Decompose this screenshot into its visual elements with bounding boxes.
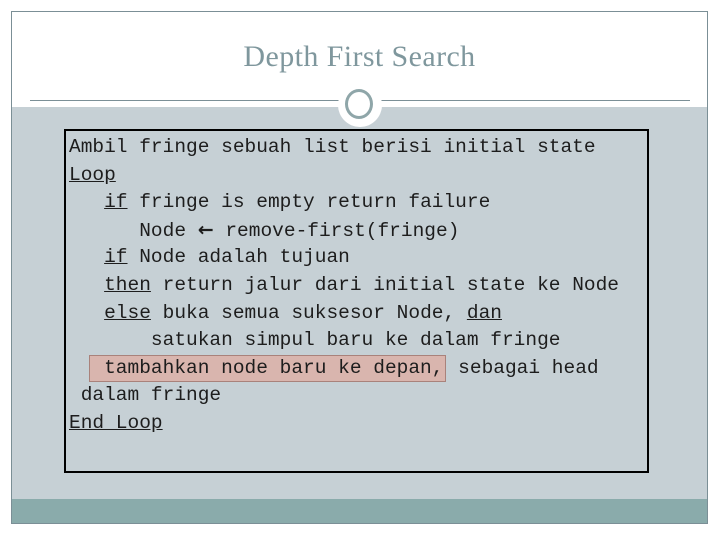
code-line: Ambil fringe sebuah list berisi initial …: [69, 134, 647, 162]
code-line: then return jalur dari initial state ke …: [69, 272, 647, 300]
code-line: tambahkan node baru ke depan, sebagai he…: [69, 354, 647, 383]
code-text: Node: [69, 219, 198, 242]
code-line: dalam fringe: [69, 382, 647, 410]
code-text: return jalur dari initial state ke Node: [150, 273, 619, 296]
circle-ornament-icon: [338, 83, 382, 127]
code-line: else buka semua suksesor Node, dan: [69, 300, 647, 328]
highlighted-code-phrase: tambahkan node baru ke depan,: [89, 354, 447, 382]
pseudocode-block: Ambil fringe sebuah list berisi initial …: [64, 129, 649, 473]
code-line: Loop: [69, 162, 647, 190]
code-text: remove-first(fringe): [213, 219, 460, 242]
pseudocode-lines: Ambil fringe sebuah list berisi initial …: [69, 134, 647, 438]
code-text: buka semua suksesor Node,: [150, 301, 467, 324]
code-keyword: then: [104, 273, 151, 296]
footer-accent-bar: [12, 499, 707, 524]
code-line: if fringe is empty return failure: [69, 189, 647, 217]
code-text: satukan simpul baru ke dalam fringe: [69, 329, 561, 352]
code-keyword: End Loop: [69, 411, 163, 434]
code-keyword: dan: [466, 301, 502, 324]
code-text: fringe is empty return failure: [127, 191, 491, 214]
code-text: Ambil fringe sebuah list berisi initial …: [69, 136, 596, 158]
code-keyword: else: [104, 301, 151, 324]
code-text: Node adalah tujuan: [127, 246, 350, 269]
code-line: Node ← remove-first(fringe): [69, 217, 647, 245]
code-text: sebagai head: [446, 356, 599, 379]
page-title: Depth First Search: [243, 40, 476, 73]
code-keyword: if: [104, 246, 128, 269]
code-line: satukan simpul baru ke dalam fringe: [69, 327, 647, 355]
slide: Depth First Search Ambil fringe sebuah l…: [0, 0, 720, 540]
left-arrow-icon: ←: [197, 218, 214, 241]
code-text: dalam fringe: [69, 384, 222, 407]
code-keyword: if: [104, 191, 128, 214]
code-line: if Node adalah tujuan: [69, 244, 647, 272]
code-keyword: Loop: [69, 163, 116, 186]
code-line: End Loop: [69, 410, 647, 438]
